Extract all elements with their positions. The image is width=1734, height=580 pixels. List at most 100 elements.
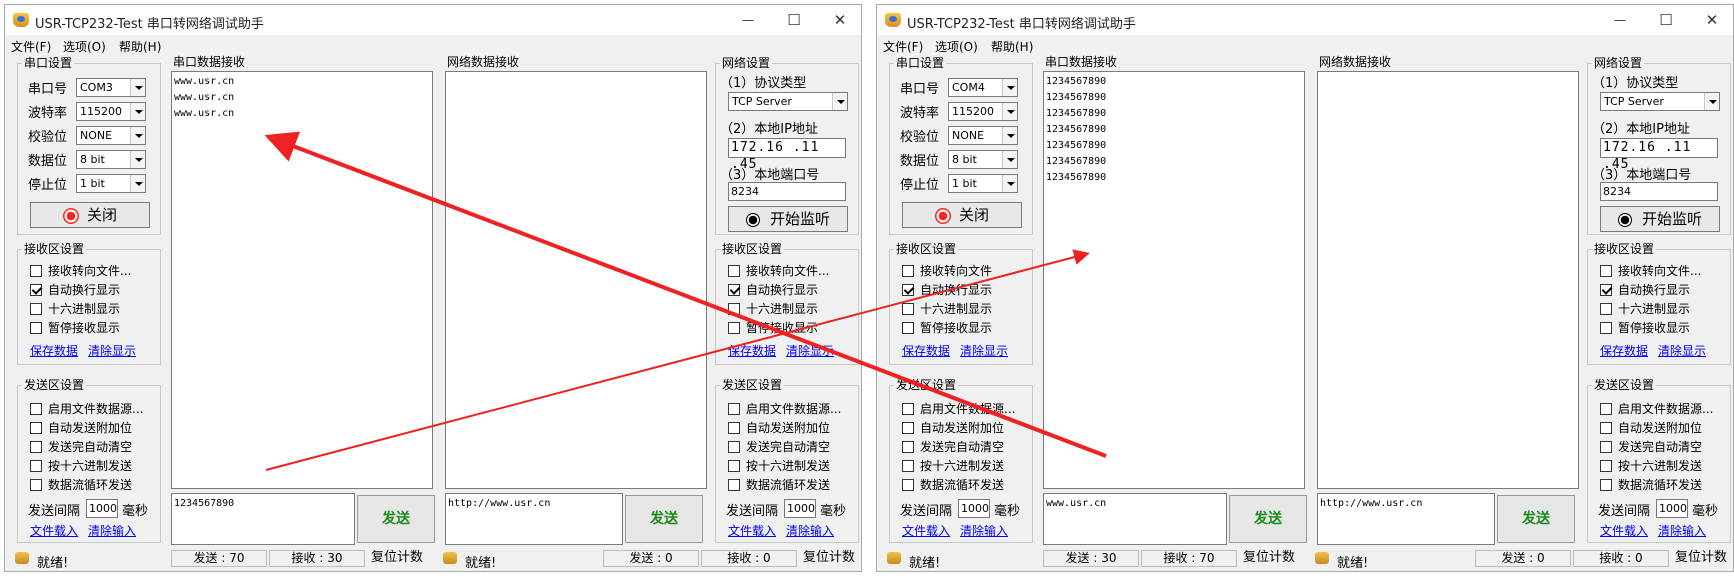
checkbox-icon[interactable] xyxy=(902,479,914,491)
serial-send-option[interactable]: 发送完自动清空 xyxy=(30,440,132,454)
network-send-input[interactable]: http://www.usr.cn xyxy=(1317,493,1495,545)
checkbox-icon[interactable] xyxy=(728,422,740,434)
serial-receive-option[interactable]: 暂停接收显示 xyxy=(30,321,120,335)
chevron-down-icon[interactable] xyxy=(130,175,145,192)
network-clear-display-link[interactable]: 清除显示 xyxy=(786,342,834,359)
network-send-input[interactable]: http://www.usr.cn xyxy=(445,493,623,545)
checkbox-icon[interactable] xyxy=(30,403,42,415)
checkbox-icon[interactable] xyxy=(728,441,740,453)
network-send-option[interactable]: 自动发送附加位 xyxy=(1600,421,1702,435)
chevron-down-icon[interactable] xyxy=(1002,151,1017,168)
checkbox-icon[interactable] xyxy=(1600,403,1612,415)
serial-send-option[interactable]: 自动发送附加位 xyxy=(902,421,1004,435)
serial-send-interval-input[interactable]: 1000 xyxy=(86,499,118,518)
serial-receive-option[interactable]: 自动换行显示 xyxy=(902,283,992,297)
minimize-icon[interactable]: — xyxy=(733,9,763,31)
serial-send-option[interactable]: 数据流循环发送 xyxy=(30,478,132,492)
checkbox-icon[interactable] xyxy=(1600,460,1612,472)
serial-receive-option[interactable]: 接收转向文件 xyxy=(902,264,992,278)
network-send-option[interactable]: 自动发送附加位 xyxy=(728,421,830,435)
network-send-button[interactable]: 发送 xyxy=(1497,495,1575,543)
start-listen-button[interactable]: 开始监听 xyxy=(728,206,848,232)
checkbox-icon[interactable] xyxy=(30,303,42,315)
network-receive-option[interactable]: 暂停接收显示 xyxy=(1600,321,1690,335)
network-file-load-link[interactable]: 文件载入 xyxy=(728,522,776,539)
close-icon[interactable]: ✕ xyxy=(1697,9,1727,31)
serial-send-option[interactable]: 按十六进制发送 xyxy=(902,459,1004,473)
network-receive-option[interactable]: 十六进制显示 xyxy=(728,302,818,316)
checkbox-icon[interactable] xyxy=(728,303,740,315)
baud-rate-select[interactable]: 115200 xyxy=(76,102,146,121)
serial-clear-input-link[interactable]: 清除输入 xyxy=(960,522,1008,539)
network-receive-option[interactable]: 暂停接收显示 xyxy=(728,321,818,335)
serial-clear-display-link[interactable]: 清除显示 xyxy=(960,342,1008,359)
chevron-down-icon[interactable] xyxy=(1704,93,1719,110)
maximize-icon[interactable]: ☐ xyxy=(1651,9,1681,31)
serial-receive-area[interactable]: 1234567890 1234567890 1234567890 1234567890… xyxy=(1043,71,1305,489)
network-send-option[interactable]: 发送完自动清空 xyxy=(728,440,830,454)
serial-send-input[interactable]: www.usr.cn xyxy=(1043,493,1227,545)
network-reset-count-button[interactable]: 复位计数 xyxy=(1671,550,1731,567)
stop-bits-select[interactable]: 1 bit xyxy=(76,174,146,193)
local-port-input[interactable]: 8234 xyxy=(1600,182,1718,201)
serial-receive-option[interactable]: 十六进制显示 xyxy=(30,302,120,316)
checkbox-icon[interactable] xyxy=(902,284,914,296)
chevron-down-icon[interactable] xyxy=(1002,79,1017,96)
baud-rate-select[interactable]: 115200 xyxy=(948,102,1018,121)
serial-reset-count-button[interactable]: 复位计数 xyxy=(367,550,427,567)
open-close-port-button[interactable]: 关闭 xyxy=(30,202,150,228)
network-send-option[interactable]: 数据流循环发送 xyxy=(728,478,830,492)
serial-send-input[interactable]: 1234567890 xyxy=(171,493,355,545)
checkbox-icon[interactable] xyxy=(902,322,914,334)
network-receive-option[interactable]: 接收转向文件... xyxy=(728,264,829,278)
checkbox-icon[interactable] xyxy=(902,265,914,277)
checkbox-icon[interactable] xyxy=(728,479,740,491)
serial-send-option[interactable]: 自动发送附加位 xyxy=(30,421,132,435)
serial-clear-display-link[interactable]: 清除显示 xyxy=(88,342,136,359)
network-receive-area[interactable] xyxy=(445,71,707,489)
serial-send-button[interactable]: 发送 xyxy=(357,495,435,543)
checkbox-icon[interactable] xyxy=(30,441,42,453)
serial-save-data-link[interactable]: 保存数据 xyxy=(30,342,78,359)
local-ip-input[interactable]: 172.16 .11 .45 xyxy=(728,138,846,172)
network-send-option[interactable]: 按十六进制发送 xyxy=(1600,459,1702,473)
network-clear-input-link[interactable]: 清除输入 xyxy=(1658,522,1706,539)
serial-port-select[interactable]: COM4 xyxy=(948,78,1018,97)
network-send-option[interactable]: 按十六进制发送 xyxy=(728,459,830,473)
checkbox-icon[interactable] xyxy=(30,322,42,334)
chevron-down-icon[interactable] xyxy=(1002,127,1017,144)
menu-file[interactable]: 文件(F) xyxy=(11,38,51,55)
network-send-option[interactable]: 启用文件数据源... xyxy=(728,402,841,416)
serial-send-interval-input[interactable]: 1000 xyxy=(958,499,990,518)
menu-options[interactable]: 选项(O) xyxy=(63,38,106,55)
network-clear-display-link[interactable]: 清除显示 xyxy=(1658,342,1706,359)
serial-send-option[interactable]: 发送完自动清空 xyxy=(902,440,1004,454)
chevron-down-icon[interactable] xyxy=(130,79,145,96)
chevron-down-icon[interactable] xyxy=(130,151,145,168)
network-send-option[interactable]: 发送完自动清空 xyxy=(1600,440,1702,454)
local-ip-input[interactable]: 172.16 .11 .45 xyxy=(1600,138,1718,172)
open-close-port-button[interactable]: 关闭 xyxy=(902,202,1022,228)
menu-options[interactable]: 选项(O) xyxy=(935,38,978,55)
checkbox-icon[interactable] xyxy=(902,403,914,415)
close-icon[interactable]: ✕ xyxy=(825,9,855,31)
network-send-option[interactable]: 数据流循环发送 xyxy=(1600,478,1702,492)
serial-reset-count-button[interactable]: 复位计数 xyxy=(1239,550,1299,567)
checkbox-icon[interactable] xyxy=(1600,322,1612,334)
chevron-down-icon[interactable] xyxy=(130,103,145,120)
protocol-type-select[interactable]: TCP Server xyxy=(728,92,848,111)
serial-send-option[interactable]: 启用文件数据源... xyxy=(30,402,143,416)
data-bits-select[interactable]: 8 bit xyxy=(76,150,146,169)
protocol-type-select[interactable]: TCP Server xyxy=(1600,92,1720,111)
checkbox-icon[interactable] xyxy=(30,284,42,296)
checkbox-icon[interactable] xyxy=(728,460,740,472)
maximize-icon[interactable]: ☐ xyxy=(779,9,809,31)
network-receive-option[interactable]: 接收转向文件... xyxy=(1600,264,1701,278)
serial-send-button[interactable]: 发送 xyxy=(1229,495,1307,543)
chevron-down-icon[interactable] xyxy=(1002,103,1017,120)
parity-select[interactable]: NONE xyxy=(76,126,146,145)
menu-help[interactable]: 帮助(H) xyxy=(119,38,161,55)
checkbox-icon[interactable] xyxy=(728,265,740,277)
checkbox-icon[interactable] xyxy=(902,441,914,453)
serial-send-option[interactable]: 按十六进制发送 xyxy=(30,459,132,473)
